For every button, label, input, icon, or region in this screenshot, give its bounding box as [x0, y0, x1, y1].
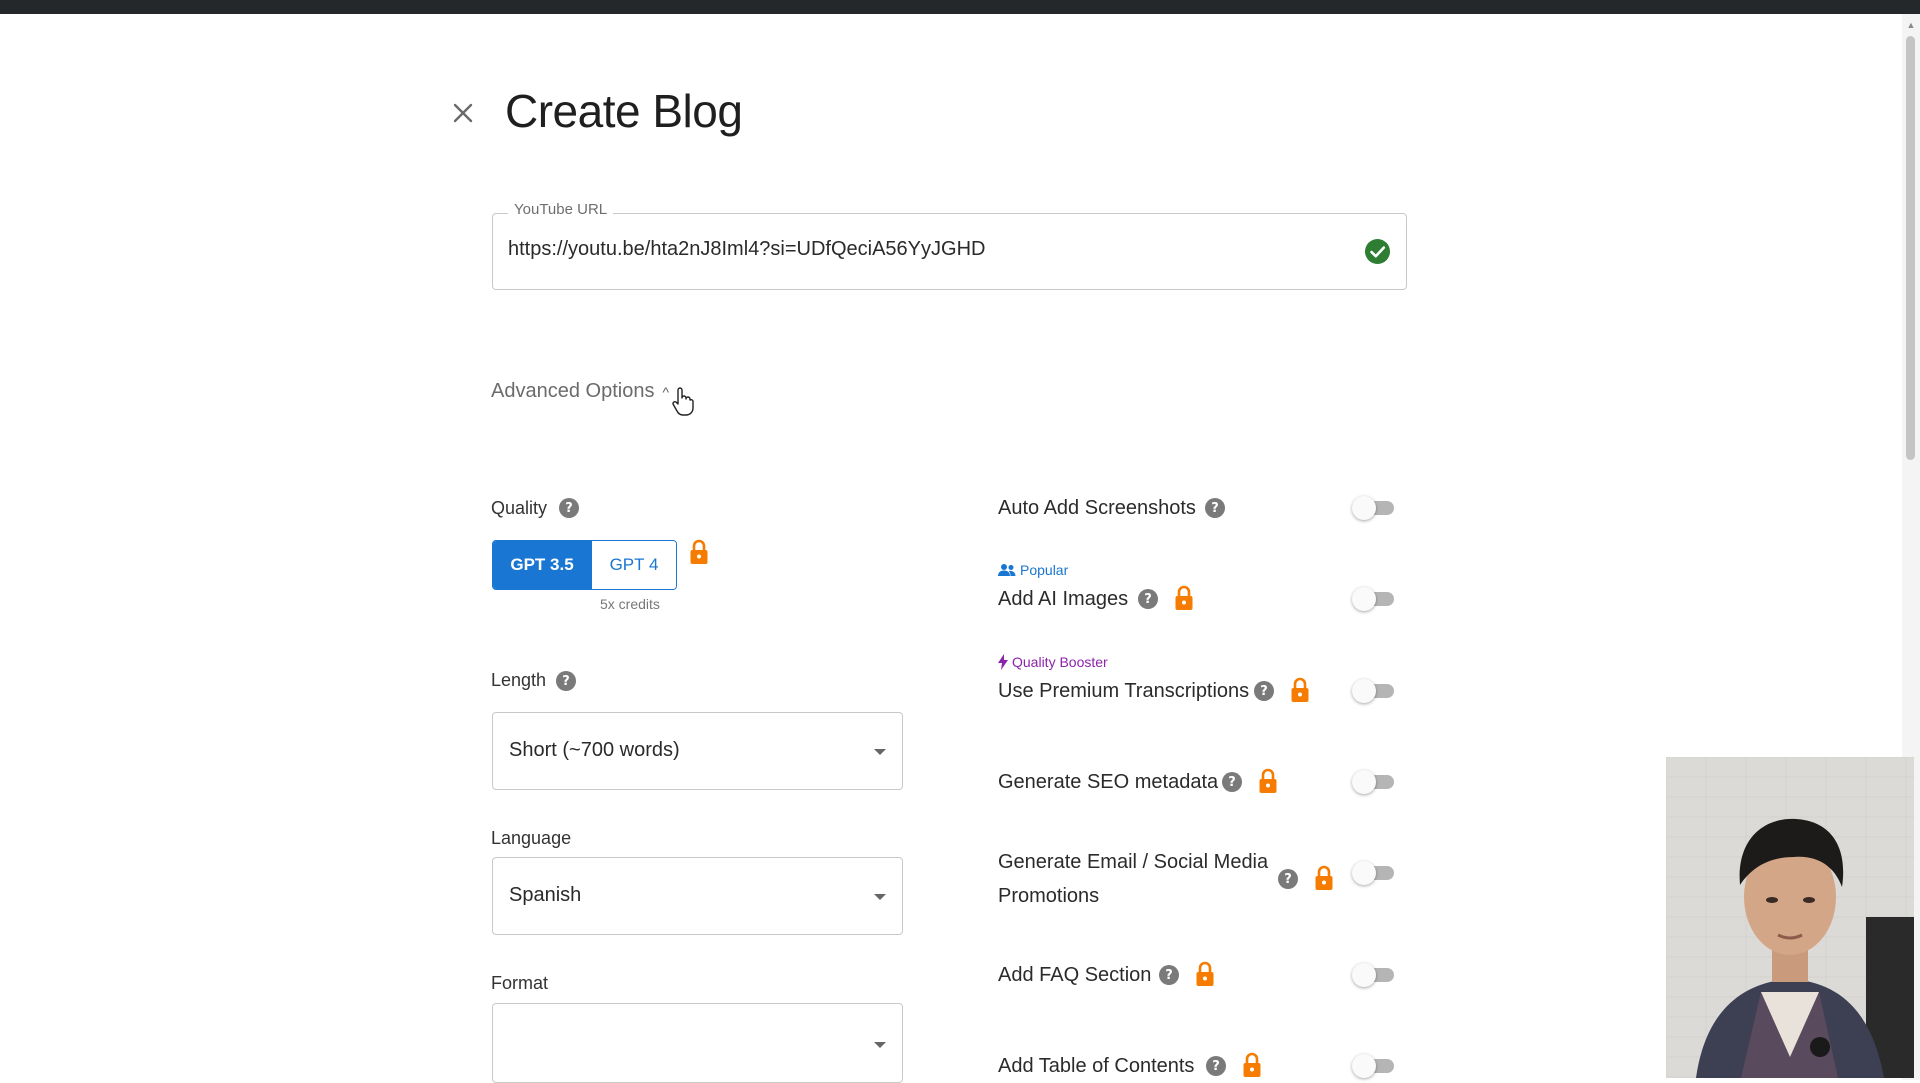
lock-icon [1315, 865, 1333, 890]
dropdown-caret-icon [874, 1042, 886, 1048]
hand-cursor-icon [672, 387, 694, 416]
page-title: Create Blog [505, 85, 743, 137]
quality-gpt4-button[interactable]: GPT 4 [591, 541, 676, 589]
lock-icon [1259, 768, 1277, 793]
premium-transcriptions-toggle[interactable] [1352, 677, 1396, 703]
webcam-overlay [1666, 757, 1914, 1078]
advanced-options-label: Advanced Options [491, 380, 655, 402]
lock-icon [690, 539, 708, 564]
popular-tag-label: Popular [1020, 562, 1069, 578]
popular-tag: Popular [998, 562, 1068, 578]
help-icon[interactable]: ? [1159, 965, 1179, 985]
group-icon [998, 564, 1016, 576]
length-label: Length [491, 670, 547, 690]
help-icon[interactable]: ? [1222, 772, 1242, 792]
premium-transcriptions-label: Use Premium Transcriptions [998, 680, 1250, 702]
quality-gpt35-button[interactable]: GPT 3.5 [493, 541, 591, 589]
dropdown-caret-icon [874, 749, 886, 755]
lock-icon [1175, 585, 1193, 610]
check-circle-icon [1365, 239, 1390, 264]
toc-toggle[interactable] [1352, 1052, 1396, 1078]
seo-metadata-label: Generate SEO metadata [998, 771, 1219, 793]
auto-screenshots-toggle[interactable] [1352, 494, 1396, 520]
language-select[interactable]: Spanish [492, 857, 903, 935]
gpt4-credits-note: 5x credits [600, 596, 660, 612]
email-social-label: Generate Email / Social Media Promotions [998, 845, 1268, 913]
lock-icon [1196, 961, 1214, 986]
youtube-url-value[interactable]: https://youtu.be/hta2nJ8Iml4?si=UDfQeciA… [508, 238, 985, 261]
format-select[interactable] [492, 1003, 903, 1083]
format-label: Format [491, 973, 549, 993]
help-icon[interactable]: ? [559, 498, 579, 518]
presenter-video [1666, 757, 1914, 1078]
language-label: Language [491, 828, 572, 848]
ai-images-label: Add AI Images [998, 588, 1129, 610]
help-icon[interactable]: ? [1278, 869, 1298, 889]
auto-screenshots-label: Auto Add Screenshots [998, 497, 1196, 519]
quality-toggle-group[interactable]: GPT 3.5 GPT 4 [492, 540, 677, 590]
quality-booster-tag: Quality Booster [998, 654, 1108, 670]
help-icon[interactable]: ? [1254, 681, 1274, 701]
ai-images-toggle[interactable] [1352, 585, 1396, 611]
lock-icon [1243, 1052, 1261, 1077]
length-select-value: Short (~700 words) [509, 739, 680, 761]
email-social-label-line2: Promotions [998, 885, 1100, 907]
help-icon[interactable]: ? [1205, 498, 1225, 518]
length-select[interactable]: Short (~700 words) [492, 712, 903, 790]
quality-label: Quality [491, 498, 548, 518]
help-icon[interactable]: ? [556, 671, 576, 691]
youtube-url-label: YouTube URL [508, 201, 614, 218]
quality-booster-tag-label: Quality Booster [1012, 654, 1108, 670]
advanced-options-toggle[interactable]: Advanced Options ^ [491, 380, 669, 403]
help-icon[interactable]: ? [1138, 589, 1158, 609]
language-select-value: Spanish [509, 884, 582, 906]
lock-icon [1291, 677, 1309, 702]
scrollbar-thumb[interactable] [1906, 36, 1915, 460]
seo-metadata-toggle[interactable] [1352, 768, 1396, 794]
email-social-label-line1: Generate Email / Social Media [998, 851, 1269, 873]
faq-label: Add FAQ Section [998, 964, 1152, 986]
bolt-icon [998, 654, 1008, 670]
help-icon[interactable]: ? [1206, 1056, 1226, 1076]
scroll-up-arrow-icon[interactable]: ▲ [1902, 18, 1920, 32]
chevron-up-icon: ^ [662, 384, 670, 400]
faq-toggle[interactable] [1352, 961, 1396, 987]
close-icon[interactable] [446, 96, 480, 130]
email-social-toggle[interactable] [1352, 859, 1396, 885]
toc-label: Add Table of Contents [998, 1055, 1195, 1077]
browser-top-bar [0, 0, 1920, 14]
dropdown-caret-icon [874, 894, 886, 900]
